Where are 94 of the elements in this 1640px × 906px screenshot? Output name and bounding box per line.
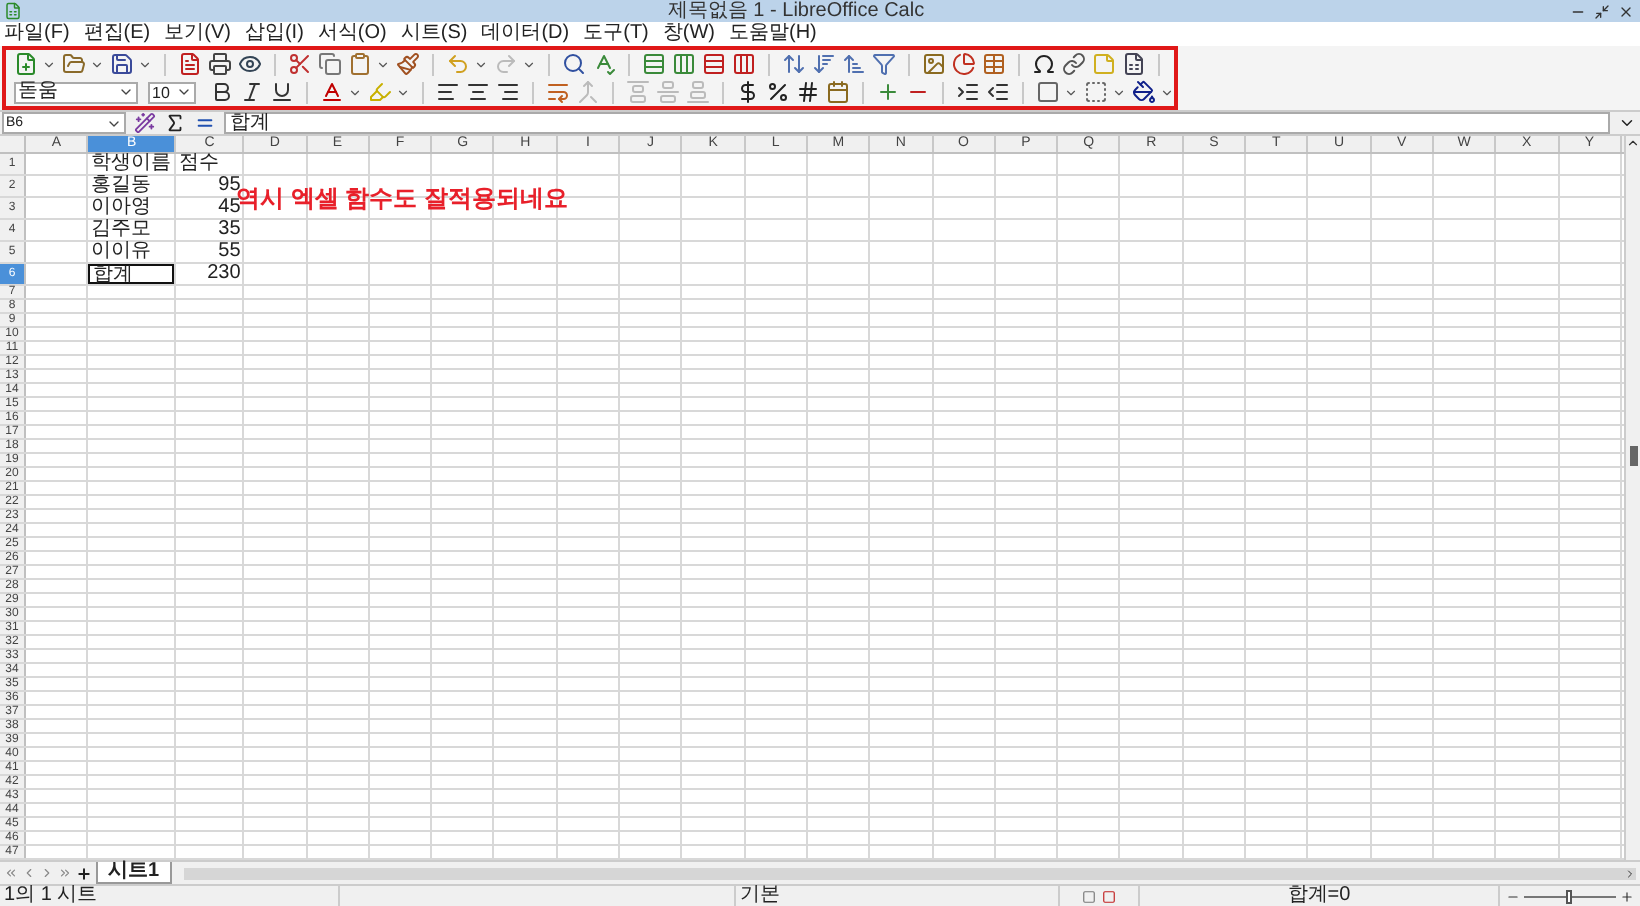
pdf-export-icon[interactable]	[178, 52, 202, 76]
align-left-icon[interactable]	[436, 80, 460, 104]
decrease-indent-icon[interactable]	[986, 80, 1010, 104]
menu-item[interactable]: 보기(V)	[164, 22, 231, 46]
delete-row-icon[interactable]	[702, 52, 726, 76]
close-icon[interactable]	[1618, 3, 1634, 19]
header-footer-icon[interactable]	[1122, 52, 1146, 76]
page-style: 기본	[736, 886, 1060, 906]
add-decimal-icon[interactable]	[876, 80, 900, 104]
table-cell-text: 이이유	[88, 242, 153, 262]
chart-icon[interactable]	[952, 52, 976, 76]
delete-column-icon[interactable]	[732, 52, 756, 76]
zoom-in-icon[interactable]	[1620, 889, 1634, 903]
horizontal-scrollbar[interactable]	[183, 867, 1636, 879]
document-modified-icon[interactable]	[1102, 889, 1116, 903]
image-icon[interactable]	[922, 52, 946, 76]
table-cell-text: 45	[216, 198, 241, 218]
next-sheet-icon[interactable]	[40, 866, 54, 880]
annotation-text: 역시 엑셀 함수도 잘적용되네요	[236, 184, 569, 212]
table-cell-text: 35	[216, 220, 243, 240]
insert-column-icon[interactable]	[672, 52, 696, 76]
restore-icon[interactable]	[1594, 3, 1610, 19]
new-document-icon[interactable]	[14, 52, 38, 76]
cut-icon[interactable]	[288, 52, 312, 76]
font-name-field[interactable]: 돋움	[14, 81, 138, 103]
paintbrush-icon[interactable]	[396, 52, 420, 76]
merge-cells-icon[interactable]	[576, 80, 600, 104]
window-title: 제목없음 1 - LibreOffice Calc	[667, 0, 925, 22]
wrap-text-icon[interactable]	[546, 80, 570, 104]
menu-item[interactable]: 도움말(H)	[729, 22, 817, 46]
percent-icon[interactable]	[766, 80, 790, 104]
table-cell-text: 학생이름	[88, 154, 173, 174]
scroll-thumb[interactable]	[1629, 446, 1637, 466]
background-color-icon[interactable]	[1132, 80, 1156, 104]
zoom-thumb[interactable]	[1566, 889, 1572, 903]
selection-mode-icon[interactable]	[1082, 889, 1096, 903]
menu-item[interactable]: 도구(T)	[583, 22, 649, 46]
sort-ascending-icon[interactable]	[842, 52, 866, 76]
sheet-tab[interactable]: 시트1	[96, 862, 172, 884]
pivot-table-icon[interactable]	[982, 52, 1006, 76]
increase-indent-icon[interactable]	[956, 80, 980, 104]
hyperlink-icon[interactable]	[1062, 52, 1086, 76]
font-color-icon[interactable]	[320, 80, 344, 104]
menu-item[interactable]: 편집(E)	[83, 22, 151, 46]
sum-display: 합계=0	[1140, 886, 1500, 906]
date-icon[interactable]	[826, 80, 850, 104]
save-icon[interactable]	[110, 52, 134, 76]
table-cell: 합계	[88, 264, 175, 284]
add-sheet-icon[interactable]	[76, 865, 92, 881]
sheet-count: 1의 1 시트	[0, 886, 340, 906]
app-icon	[4, 2, 22, 20]
sort-descending-icon[interactable]	[812, 52, 836, 76]
paste-icon[interactable]	[348, 52, 372, 76]
table-cell-text: 김주모	[88, 220, 153, 240]
table-cell-text: 55	[216, 242, 243, 262]
number-format-icon[interactable]	[796, 80, 820, 104]
menu-item[interactable]: 삽입(I)	[244, 22, 304, 46]
menu-item[interactable]: 데이터(D)	[481, 22, 570, 46]
sum-icon[interactable]	[164, 112, 186, 134]
open-folder-icon[interactable]	[62, 52, 86, 76]
borders-icon[interactable]	[1036, 80, 1060, 104]
expand-formula-icon[interactable]	[1618, 114, 1636, 132]
function-wizard-icon[interactable]	[134, 112, 156, 134]
scroll-right-icon[interactable]	[1624, 867, 1636, 879]
filter-icon[interactable]	[872, 52, 896, 76]
highlight-color-icon[interactable]	[368, 80, 392, 104]
menu-item[interactable]: 창(W)	[662, 22, 715, 46]
copy-icon[interactable]	[318, 52, 342, 76]
border-style-icon[interactable]	[1084, 80, 1108, 104]
scroll-up-icon[interactable]	[1626, 136, 1640, 150]
preview-icon[interactable]	[238, 52, 262, 76]
insert-row-icon[interactable]	[642, 52, 666, 76]
sort-icon[interactable]	[782, 52, 806, 76]
align-center-icon[interactable]	[466, 80, 490, 104]
find-replace-icon[interactable]	[562, 52, 586, 76]
formula-input[interactable]: 합계	[224, 112, 1610, 134]
table-cell-text: 점수	[176, 154, 219, 174]
table-cell-text: 230	[205, 264, 243, 284]
align-right-icon[interactable]	[496, 80, 520, 104]
currency-icon[interactable]	[736, 80, 760, 104]
menu-item[interactable]: 파일(F)	[4, 22, 70, 46]
spellcheck-icon[interactable]	[592, 52, 616, 76]
font-size-field[interactable]: 10	[148, 81, 196, 103]
menu-item[interactable]: 시트(S)	[400, 22, 468, 46]
table-cell-text: 이아영	[88, 198, 153, 218]
menu-item[interactable]: 서식(O)	[317, 22, 387, 46]
previous-sheet-icon[interactable]	[22, 866, 36, 880]
underline-icon[interactable]	[270, 80, 294, 104]
bold-icon[interactable]	[210, 80, 234, 104]
italic-icon[interactable]	[240, 80, 264, 104]
table-cell-text: 홍길동	[88, 176, 153, 196]
special-character-icon[interactable]	[1032, 52, 1056, 76]
vertical-scrollbar[interactable]	[1624, 136, 1640, 860]
print-icon[interactable]	[208, 52, 232, 76]
